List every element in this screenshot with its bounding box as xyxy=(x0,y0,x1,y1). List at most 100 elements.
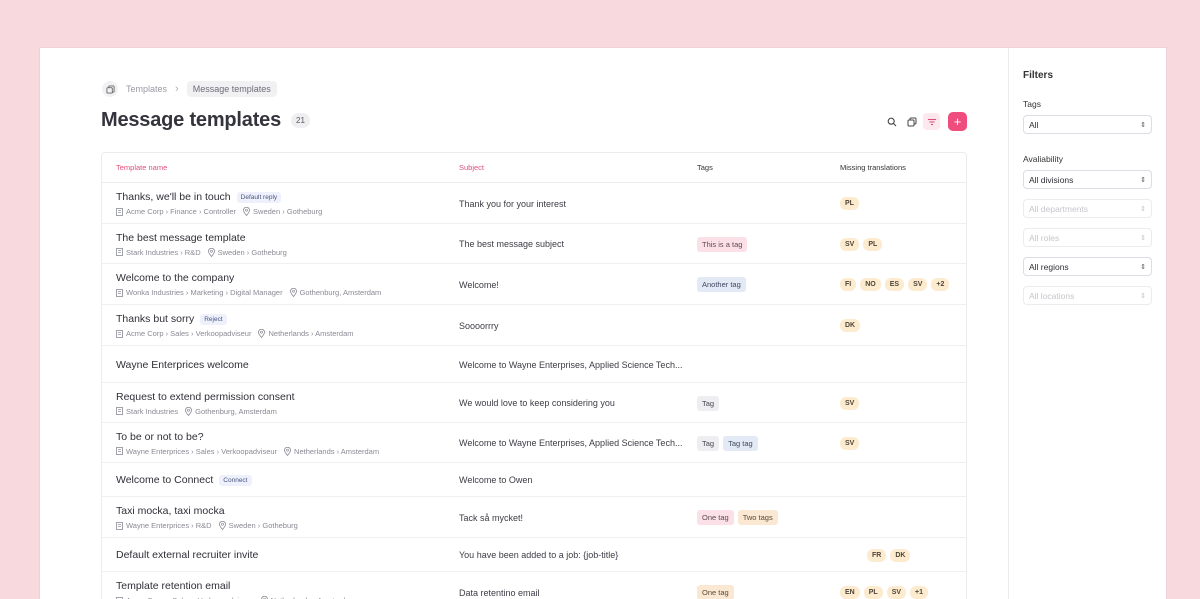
language-badge: ES xyxy=(884,278,905,291)
regions-select[interactable]: All regions ⇕ xyxy=(1023,257,1152,276)
cell-missing-translations: SV xyxy=(840,423,863,463)
chevron-updown-icon: ⇕ xyxy=(1140,292,1146,300)
tag-chip[interactable]: Tag xyxy=(697,435,720,451)
roles-select[interactable]: All roles ⇕ xyxy=(1023,228,1152,247)
table-row[interactable]: Wayne Enterprices welcome Welcome to Wayn… xyxy=(102,346,966,383)
table-row[interactable]: Welcome to Connect Connect Welcome to Owen xyxy=(102,463,966,497)
tag-chip[interactable]: Tag tag xyxy=(723,435,758,451)
template-location: Gothenburg, Amsterdam xyxy=(299,288,382,297)
regions-select-value: All regions xyxy=(1029,261,1069,272)
chevron-updown-icon: ⇕ xyxy=(1140,121,1146,129)
templates-table: Template name Subject Tags Missing trans… xyxy=(101,152,967,599)
breadcrumb: Templates › Message templates xyxy=(102,81,277,97)
table-row[interactable]: Welcome to the company Wonka Industries ›… xyxy=(102,264,966,305)
breadcrumb-current: Message templates xyxy=(186,81,277,97)
cell-name: Request to extend permission consent Star… xyxy=(116,383,295,423)
divisions-select[interactable]: All divisions ⇕ xyxy=(1023,170,1152,189)
filter-button[interactable] xyxy=(923,113,940,130)
cell-subject: Tack så mycket! xyxy=(459,497,523,538)
departments-select-value: All departments xyxy=(1029,203,1089,214)
cell-name: Welcome to Connect Connect xyxy=(116,463,252,497)
template-name[interactable]: Template retention email xyxy=(116,580,230,592)
template-meta: Acme Corp › Sales › Verkoopadviseur Nethe… xyxy=(116,329,354,338)
template-name[interactable]: Taxi mocka, taxi mocka xyxy=(116,505,225,517)
table-row[interactable]: Default external recruiter invite You hav… xyxy=(102,538,966,572)
template-name[interactable]: To be or not to be? xyxy=(116,431,204,443)
column-header-missing-translations[interactable]: Missing translations xyxy=(840,163,906,172)
chevron-updown-icon: ⇕ xyxy=(1140,234,1146,242)
template-badge: Reject xyxy=(200,313,227,325)
template-meta: Wonka Industries › Marketing › Digital M… xyxy=(116,288,381,297)
chevron-updown-icon: ⇕ xyxy=(1140,263,1146,271)
template-meta: Wayne Enterprices › Sales › Verkoopadvis… xyxy=(116,446,379,456)
search-button[interactable] xyxy=(883,113,900,130)
departments-select[interactable]: All departments ⇕ xyxy=(1023,199,1152,218)
add-template-button[interactable]: + xyxy=(948,112,967,131)
template-name[interactable]: Default external recruiter invite xyxy=(116,549,258,561)
filters-panel: Filters Tags All ⇕ Avaliability All divis… xyxy=(1008,48,1166,599)
tag-chip[interactable]: Two tags xyxy=(737,510,778,525)
cell-subject: Welcome to Wayne Enterprises, Applied Sc… xyxy=(459,346,682,383)
template-name[interactable]: Wayne Enterprices welcome xyxy=(116,359,249,371)
template-name[interactable]: Request to extend permission consent xyxy=(116,391,295,403)
filters-title: Filters xyxy=(1023,70,1054,81)
template-subject: Soooorrry xyxy=(459,320,499,331)
tag-chip[interactable]: One tag xyxy=(697,585,734,599)
table-row[interactable]: Thanks but sorry Reject Acme Corp › Sales … xyxy=(102,305,966,346)
tag-chip[interactable]: One tag xyxy=(697,510,734,525)
template-name[interactable]: The best message template xyxy=(116,232,246,244)
cell-missing-translations: SV xyxy=(840,383,863,423)
table-row[interactable]: To be or not to be? Wayne Enterprices › S… xyxy=(102,423,966,463)
table-row[interactable]: Template retention emailAcme Corp. › Sal… xyxy=(102,572,966,599)
duplicate-button[interactable] xyxy=(903,113,920,130)
cell-subject: Welcome to Owen xyxy=(459,463,532,497)
cell-missing-translations: FI NO ES SV +2 xyxy=(840,264,953,305)
page-title: Message templates xyxy=(101,109,282,131)
locations-select-value: All locations xyxy=(1029,290,1075,301)
template-badge: Connect xyxy=(219,474,252,486)
building-icon xyxy=(116,288,123,297)
template-location: Sweden › Gotheburg xyxy=(253,207,323,216)
tags-select[interactable]: All ⇕ xyxy=(1023,115,1152,134)
table-row[interactable]: Taxi mocka, taxi mocka Wayne Enterprices … xyxy=(102,497,966,538)
cell-subject: Soooorrry xyxy=(459,305,499,346)
tag-chip[interactable]: This is a tag xyxy=(697,236,748,252)
template-subject: Thank you for your interest xyxy=(459,198,567,209)
location-pin-icon xyxy=(284,446,291,456)
column-header-subject[interactable]: Subject xyxy=(459,163,484,172)
cell-missing-translations: DK xyxy=(840,305,864,346)
divisions-select-value: All divisions xyxy=(1029,174,1074,185)
location-pin-icon xyxy=(258,329,266,338)
template-subject: Data retentino email xyxy=(459,587,540,598)
locations-select[interactable]: All locations ⇕ xyxy=(1023,286,1152,305)
template-meta: Wayne Enterprices › R&D Sweden › Gothebur… xyxy=(116,521,298,530)
template-location: Gothenburg, Amsterdam xyxy=(195,406,277,416)
table-row[interactable]: Request to extend permission consent Star… xyxy=(102,383,966,423)
template-name[interactable]: Thanks but sorry xyxy=(116,313,194,325)
cell-name: Thanks, we'll be in touch Default reply Ac… xyxy=(116,183,322,224)
cell-tags: Tag xyxy=(697,383,723,423)
cell-missing-translations: PL xyxy=(840,183,863,224)
copy-icon[interactable] xyxy=(102,81,118,97)
cell-missing-translations: FR DK xyxy=(867,538,914,572)
breadcrumb-root[interactable]: Templates xyxy=(126,84,167,94)
cell-subject: Thank you for your interest xyxy=(459,183,566,224)
cell-missing-translations: SV PL xyxy=(840,224,886,264)
language-badge: FR xyxy=(867,548,887,562)
building-icon xyxy=(116,207,123,216)
tag-chip[interactable]: Tag xyxy=(697,395,720,411)
language-badge: PL xyxy=(840,197,859,210)
building-icon xyxy=(116,248,123,256)
count-badge: 21 xyxy=(291,113,310,128)
column-header-tags[interactable]: Tags xyxy=(697,163,713,172)
column-header-name[interactable]: Template name xyxy=(116,163,167,172)
template-name[interactable]: Thanks, we'll be in touch xyxy=(116,191,231,203)
cell-tags: One tag xyxy=(697,572,738,599)
tag-chip[interactable]: Another tag xyxy=(697,277,746,292)
template-name[interactable]: Welcome to Connect xyxy=(116,474,213,486)
template-name[interactable]: Welcome to the company xyxy=(116,272,234,284)
table-row[interactable]: The best message template Stark Industrie… xyxy=(102,224,966,264)
table-row[interactable]: Thanks, we'll be in touch Default reply Ac… xyxy=(102,183,966,224)
building-icon xyxy=(116,329,123,338)
table-body: Thanks, we'll be in touch Default reply Ac… xyxy=(102,183,966,599)
